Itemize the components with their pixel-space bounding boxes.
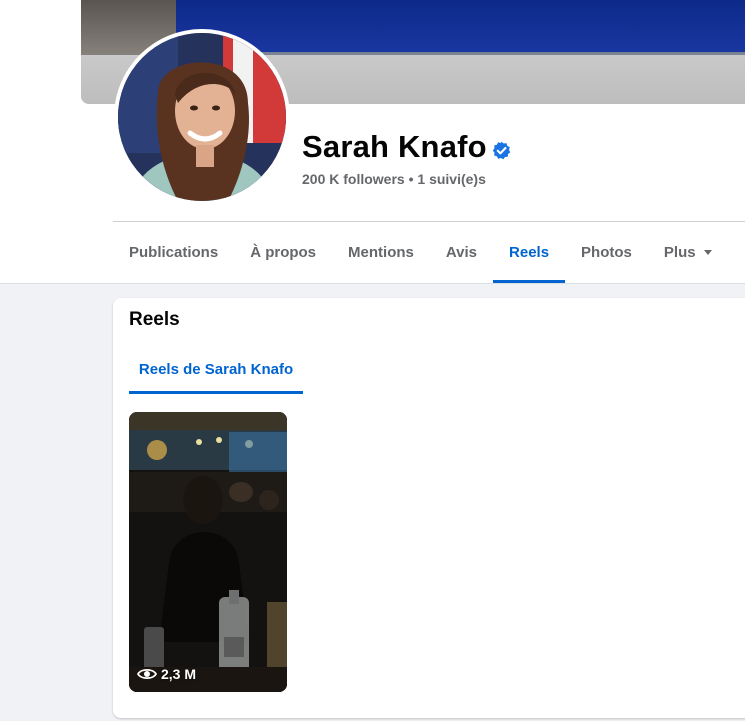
tab-reels[interactable]: Reels <box>493 222 566 283</box>
tab-mentions[interactable]: Mentions <box>332 222 430 282</box>
tab-plus[interactable]: Plus <box>648 222 728 282</box>
tab-label: Reels <box>509 243 550 261</box>
profile-picture-ring[interactable] <box>114 29 290 205</box>
tab-a-propos[interactable]: À propos <box>234 222 332 282</box>
tab-photos[interactable]: Photos <box>565 222 648 282</box>
profile-picture[interactable] <box>118 33 286 201</box>
stats-separator: • <box>408 171 414 187</box>
profile-picture-art <box>118 33 286 201</box>
tab-label: Publications <box>129 243 219 261</box>
reels-section: Reels Reels de Sarah Knafo 2,3 M <box>113 298 745 718</box>
following-count[interactable]: 1 suivi(e)s <box>417 171 485 187</box>
profile-header: Sarah Knafo 200 K followers • 1 suivi(e)… <box>0 0 745 284</box>
reel-thumbnail[interactable]: 2,3 M <box>129 412 287 692</box>
cover-blue-backdrop <box>176 0 745 52</box>
reels-section-title: Reels <box>129 309 180 330</box>
profile-name: Sarah Knafo <box>302 129 487 164</box>
tab-publications[interactable]: Publications <box>113 222 234 282</box>
tab-label: Photos <box>581 243 632 261</box>
reel-view-count: 2,3 M <box>137 666 196 682</box>
followers-count[interactable]: 200 K followers <box>302 171 405 187</box>
tab-label: À propos <box>250 243 317 261</box>
reel-thumbnail-art <box>129 412 287 692</box>
eye-icon <box>137 668 157 680</box>
reel-views-text: 2,3 M <box>161 666 197 682</box>
tab-avis[interactable]: Avis <box>430 222 493 282</box>
caret-down-icon <box>703 249 712 255</box>
tab-label: Avis <box>445 243 478 261</box>
verified-badge-icon[interactable] <box>492 141 511 160</box>
profile-stats: 200 K followers • 1 suivi(e)s <box>302 171 486 187</box>
tab-label: Mentions <box>348 243 414 261</box>
profile-tabs: Publications À propos Mentions Avis Reel… <box>113 222 728 283</box>
reels-subtab[interactable]: Reels de Sarah Knafo <box>129 344 303 394</box>
tab-label: Plus <box>663 243 696 261</box>
